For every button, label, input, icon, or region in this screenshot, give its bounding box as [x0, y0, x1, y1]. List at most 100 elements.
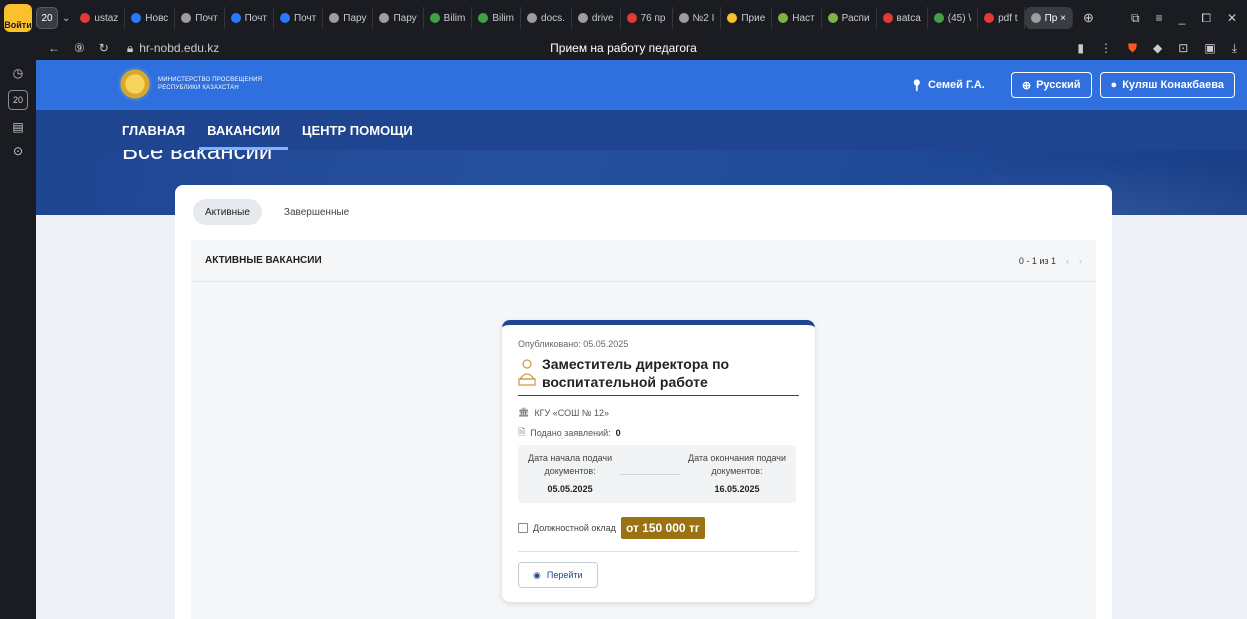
shield-icon[interactable]: ⛊: [1128, 41, 1137, 56]
salary-label: Должностной оклад: [533, 523, 616, 533]
end-date-value: 16.05.2025: [714, 484, 760, 494]
main-nav: ГЛАВНАЯ ВАКАНСИИ ЦЕНТР ПОМОЩИ: [36, 110, 1247, 150]
account-icon[interactable]: ▣: [1204, 41, 1215, 56]
tab-favicon-icon: [1030, 13, 1041, 23]
vacancies-panel: Активные Завершенные АКТИВНЫЕ ВАКАНСИИ 0…: [175, 185, 1112, 619]
browser-tab[interactable]: Bilim: [472, 7, 522, 29]
browser-tab[interactable]: (45) \: [928, 7, 979, 29]
play-icon[interactable]: ⊙: [13, 144, 23, 158]
calendar-icon[interactable]: 20: [8, 90, 28, 110]
globe-icon: ⊕: [1021, 79, 1032, 92]
tab-label: docs.: [541, 12, 565, 24]
copy-icon[interactable]: ⧉: [1131, 11, 1140, 26]
browser-tab[interactable]: Почт: [225, 7, 274, 29]
vacancy-card: Опубликовано: 05.05.2025 Заместитель дир…: [502, 320, 815, 602]
pagination-range: 0 - 1 из 1: [1018, 255, 1056, 266]
tab-favicon-icon: [527, 13, 538, 23]
more-icon[interactable]: ⋮: [1100, 41, 1112, 56]
vacancy-title-line-2: воспитательной работе: [542, 374, 708, 390]
list-header: АКТИВНЫЕ ВАКАНСИИ 0 - 1 из 1 ‹ ›: [191, 240, 1096, 282]
organization-name: КГУ «СОШ № 12»: [534, 407, 609, 418]
browser-tab[interactable]: Почт: [274, 7, 324, 29]
download-icon[interactable]: ⤓: [1232, 41, 1237, 56]
tab-favicon-icon: [181, 13, 192, 23]
tab-favicon-icon: [827, 13, 838, 23]
tab-count-badge[interactable]: 20: [36, 7, 58, 29]
tab-active[interactable]: Активные: [193, 199, 262, 225]
browser-tab[interactable]: Пару: [373, 7, 424, 29]
browser-tab[interactable]: Распи: [822, 7, 877, 29]
reader-icon[interactable]: ⊡: [1178, 41, 1188, 56]
start-date-block: Дата начала подачи документов: 05.05.202…: [528, 452, 612, 496]
gallery-icon[interactable]: ▤: [12, 120, 23, 134]
salary: Должностной оклад от 150 000 тг: [518, 517, 705, 539]
tab-label: Распи: [841, 12, 870, 24]
date-separator: [620, 473, 681, 475]
tab-favicon-icon: [984, 13, 995, 23]
minimize-icon[interactable]: _: [1179, 11, 1186, 26]
tab-label: pdf t: [998, 12, 1018, 24]
prev-page-icon[interactable]: ‹: [1066, 256, 1069, 266]
browser-tab[interactable]: Пр ×: [1024, 7, 1073, 29]
browser-tab[interactable]: Почт: [175, 7, 225, 29]
browser-tab[interactable]: pdf t: [978, 7, 1025, 29]
browser-tab[interactable]: Прие: [721, 7, 773, 29]
reload-icon[interactable]: ↻: [99, 41, 109, 55]
browser-tab-bar: Войти 20 ⌄ ustaz Новс Почт Почт Почт Пару Пару…: [0, 0, 1247, 36]
location-pin-icon: 📍︎: [909, 79, 924, 92]
browser-sidebar: ◷ 20 ▤ ⊙: [0, 60, 36, 619]
user-icon: ●: [1110, 79, 1118, 91]
tab-label: Bilim: [443, 12, 466, 24]
extension-icon[interactable]: ◆: [1153, 41, 1162, 56]
wallet-icon: [518, 523, 528, 533]
restore-icon[interactable]: ⧠: [1201, 11, 1211, 26]
history-icon[interactable]: ◷: [13, 66, 23, 80]
tab-label: Пару: [343, 12, 367, 24]
browser-tab[interactable]: Bilim: [424, 7, 473, 29]
vacancy-title[interactable]: Заместитель директора по воспитательной …: [542, 355, 792, 391]
next-page-icon[interactable]: ›: [1079, 256, 1082, 266]
tab-label: Почт: [195, 12, 218, 24]
browser-tab[interactable]: ustaz: [74, 7, 126, 29]
browser-tab[interactable]: Наст: [772, 7, 822, 29]
state-emblem-logo[interactable]: [118, 67, 152, 101]
browser-tab[interactable]: drive: [572, 7, 621, 29]
close-icon[interactable]: ✕: [1227, 11, 1237, 26]
back-icon[interactable]: ←: [48, 41, 60, 55]
browser-login-button[interactable]: Войти: [4, 4, 32, 32]
start-date-value: 05.05.2025: [547, 484, 593, 494]
user-button[interactable]: ● Куляш Конакбаева: [1099, 72, 1235, 98]
ministry-name: МИНИСТЕРСТВО ПРОСВЕЩЕНИЯ РЕСПУБЛИКИ КАЗА…: [158, 76, 262, 92]
open-vacancy-button[interactable]: ◉ Перейти: [518, 562, 598, 588]
language-button[interactable]: ⊕ Русский: [1010, 72, 1092, 98]
pagination: 0 - 1 из 1 ‹ ›: [1019, 256, 1082, 266]
url-field[interactable]: 🔒︎ hr-nobd.edu.kz: [127, 41, 219, 56]
browser-tab[interactable]: docs.: [521, 7, 572, 29]
chevron-down-icon[interactable]: ⌄: [62, 13, 70, 24]
url-text: hr-nobd.edu.kz: [139, 41, 220, 55]
menu-icon[interactable]: ≡: [1156, 11, 1163, 26]
bookmark-icon[interactable]: ▮: [1077, 41, 1084, 56]
location-selector[interactable]: 📍︎ Семей Г.А.: [910, 79, 985, 92]
tab-favicon-icon: [429, 13, 440, 23]
browser-tabs: ustaz Новс Почт Почт Почт Пару Пару Bilim Bilim d…: [74, 7, 1073, 29]
new-tab-icon[interactable]: ⊕: [1083, 10, 1094, 26]
nav-home[interactable]: ГЛАВНАЯ: [122, 110, 185, 150]
tab-favicon-icon: [678, 13, 689, 23]
browser-tab[interactable]: №2 І: [673, 7, 722, 29]
tab-label: 76 пр: [640, 12, 666, 24]
published-date: Опубликовано: 05.05.2025: [518, 339, 629, 349]
yandex-icon[interactable]: ⑨: [74, 41, 85, 55]
browser-tab[interactable]: вatca: [877, 7, 928, 29]
browser-tab[interactable]: Пару: [323, 7, 374, 29]
browser-tab[interactable]: Новс: [125, 7, 176, 29]
nav-help-center[interactable]: ЦЕНТР ПОМОЩИ: [302, 110, 413, 150]
nav-vacancies[interactable]: ВАКАНСИИ: [199, 110, 288, 150]
browser-tab[interactable]: 76 пр: [621, 7, 673, 29]
tab-favicon-icon: [727, 13, 738, 23]
tab-label: Наст: [792, 12, 815, 24]
tab-completed[interactable]: Завершенные: [272, 199, 361, 225]
tab-favicon-icon: [131, 13, 142, 23]
site-header: МИНИСТЕРСТВО ПРОСВЕЩЕНИЯ РЕСПУБЛИКИ КАЗА…: [36, 60, 1247, 110]
location-label: Семей Г.А.: [927, 79, 985, 91]
